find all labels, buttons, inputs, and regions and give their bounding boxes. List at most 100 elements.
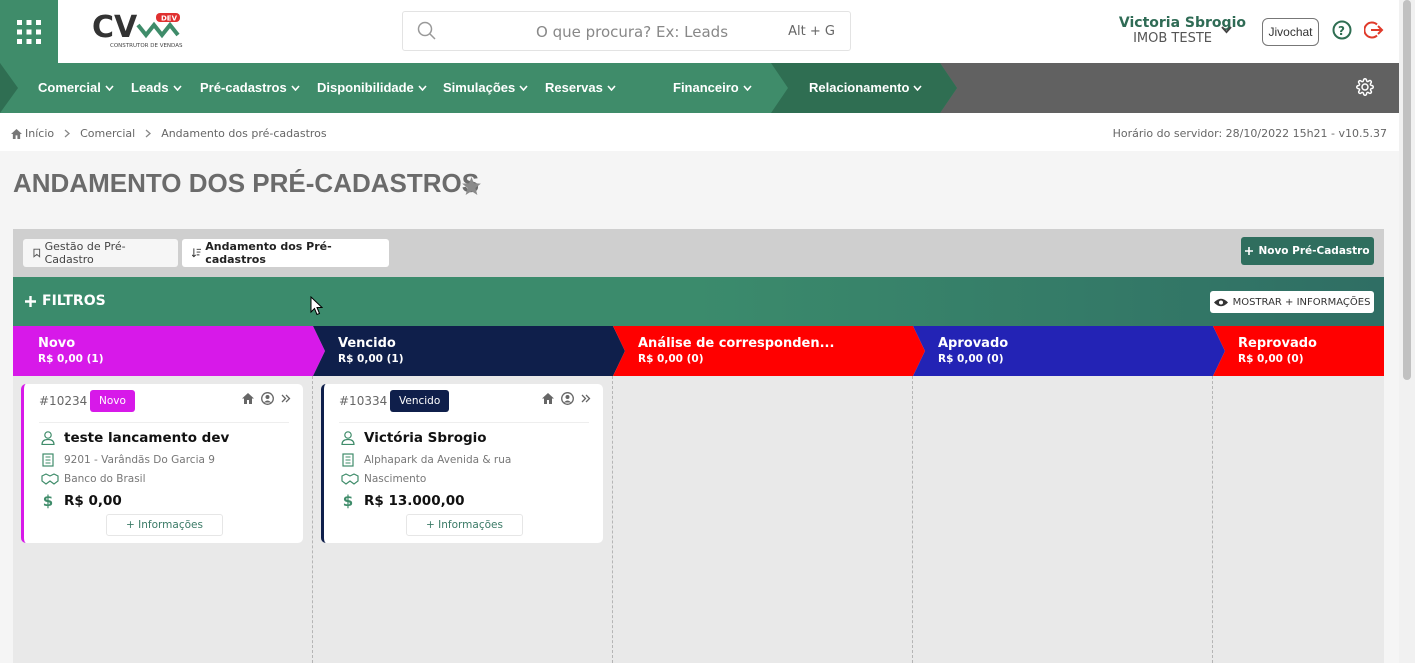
nav-disponibilidade[interactable]: Disponibilidade [317, 80, 427, 95]
gear-icon[interactable] [1356, 78, 1374, 96]
main-nav: Comercial Leads Pré-cadastros Disponibil… [0, 63, 1399, 113]
breadcrumb-current: Andamento dos pré-cadastros [161, 127, 327, 140]
column-header-novo: Novo R$ 0,00 (1) [13, 326, 325, 376]
search-placeholder: O que procura? Ex: Leads [536, 23, 729, 41]
nav-simulacoes[interactable]: Simulações [443, 80, 528, 95]
chevron-down-icon[interactable] [1221, 26, 1232, 34]
search-icon [417, 21, 436, 40]
page-title: ANDAMENTO DOS PRÉ-CADASTROS [13, 168, 480, 198]
card-id: #10334 [339, 394, 388, 408]
plus-icon [25, 295, 36, 307]
handshake-icon [341, 473, 359, 485]
chevron-down-icon [607, 85, 616, 91]
chevron-down-icon [519, 85, 528, 91]
grid-icon [17, 19, 41, 44]
property-name: 9201 - Varândãs Do Garcia 9 [64, 454, 215, 466]
tab-gestao[interactable]: Gestão de Pré-Cadastro [23, 239, 178, 267]
column-divider [912, 376, 913, 663]
bookmark-icon [33, 248, 41, 258]
user-icon [41, 431, 55, 445]
chevron-right-icon [64, 129, 71, 138]
nav-comercial[interactable]: Comercial [38, 80, 114, 95]
bank-name: Nascimento [364, 473, 427, 485]
show-more-info-button[interactable]: MOSTRAR + INFORMAÇÕES [1210, 291, 1374, 313]
building-icon [342, 453, 354, 467]
apps-menu-button[interactable] [0, 0, 58, 63]
logo[interactable]: CV DEV CONSTRUTOR DE VENDAS [88, 9, 188, 51]
home-icon[interactable] [542, 393, 554, 404]
double-chevron-right-icon[interactable] [281, 394, 291, 403]
pre-cadastro-card[interactable]: #10234 Novo teste lancamento dev 9201 - … [21, 384, 303, 543]
nav-reservas[interactable]: Reservas [545, 80, 616, 95]
more-info-button[interactable]: + Informações [406, 514, 523, 536]
breadcrumb-comercial[interactable]: Comercial [80, 127, 135, 140]
jivochat-button[interactable]: Jivochat [1262, 18, 1319, 46]
client-name: teste lancamento dev [64, 430, 230, 446]
property-name: Alphapark da Avenida & rua [364, 454, 512, 466]
double-chevron-right-icon[interactable] [581, 394, 591, 403]
client-name: Victória Sbrogio [364, 430, 487, 446]
more-info-button[interactable]: + Informações [106, 514, 223, 536]
nav-pre-cadastros[interactable]: Pré-cadastros [200, 80, 300, 95]
user-company: IMOB TESTE [1133, 31, 1212, 46]
mouse-cursor-icon [310, 296, 323, 316]
column-divider [1212, 376, 1213, 663]
search-bar[interactable]: O que procura? Ex: Leads Alt + G [402, 11, 851, 51]
chevron-down-icon [418, 85, 427, 91]
card-value: R$ 0,00 [64, 493, 122, 509]
breadcrumb-inicio[interactable]: Início [25, 127, 54, 140]
plus-icon [1245, 247, 1254, 255]
scrollbar-thumb[interactable] [1403, 0, 1411, 380]
chevron-down-icon [743, 85, 752, 91]
sort-icon [192, 248, 202, 258]
card-id: #10234 [39, 394, 88, 408]
user-icon [341, 431, 355, 445]
chevron-down-icon [172, 85, 182, 91]
star-icon[interactable] [462, 177, 481, 195]
chevron-right-icon [145, 129, 152, 138]
tab-andamento[interactable]: Andamento dos Pré-cadastros [182, 239, 389, 267]
nav-financeiro[interactable]: Financeiro [673, 80, 752, 95]
column-header-reprovado: Reprovado R$ 0,00 (0) [1213, 326, 1384, 376]
user-circle-icon[interactable] [261, 392, 274, 405]
card-value: R$ 13.000,00 [364, 493, 465, 509]
svg-text:CONSTRUTOR DE VENDAS: CONSTRUTOR DE VENDAS [110, 43, 183, 49]
chevron-down-icon [913, 85, 923, 91]
nav-leads[interactable]: Leads [131, 80, 182, 95]
status-badge: Vencido [390, 390, 450, 412]
help-icon[interactable]: ? [1332, 20, 1352, 40]
column-divider [312, 376, 313, 663]
breadcrumb: Início Comercial Andamento dos pré-cadas… [0, 113, 1399, 151]
chevron-down-icon [105, 85, 114, 91]
search-shortcut: Alt + G [788, 24, 835, 39]
column-header-analise: Análise de corresponden... R$ 0,00 (0) [613, 326, 925, 376]
nav-relacionamento[interactable]: Relacionamento [809, 80, 923, 95]
eye-icon [1213, 298, 1228, 306]
dollar-icon: $ [42, 492, 54, 510]
svg-text:?: ? [1338, 24, 1345, 38]
filters-bar[interactable]: FILTROS MOSTRAR + INFORMAÇÕES [13, 277, 1384, 326]
server-info: Horário do servidor: 28/10/2022 15h21 - … [1112, 127, 1387, 140]
building-icon [42, 453, 54, 467]
svg-text:CV: CV [92, 10, 138, 45]
pre-cadastro-card[interactable]: #10334 Vencido Victória Sbrogio Alphapar… [321, 384, 603, 543]
column-header-aprovado: Aprovado R$ 0,00 (0) [913, 326, 1225, 376]
svg-text:DEV: DEV [161, 15, 178, 23]
kanban-panel: Gestão de Pré-Cadastro Andamento dos Pré… [13, 229, 1384, 663]
home-icon [11, 128, 22, 139]
column-header-vencido: Vencido R$ 0,00 (1) [313, 326, 625, 376]
bank-name: Banco do Brasil [64, 473, 146, 485]
tab-bar: Gestão de Pré-Cadastro Andamento dos Pré… [13, 229, 1384, 277]
filters-toggle[interactable]: FILTROS [25, 293, 106, 309]
handshake-icon [41, 473, 59, 485]
page-scrollbar[interactable] [1399, 0, 1415, 663]
top-header: CV DEV CONSTRUTOR DE VENDAS O que procur… [0, 0, 1415, 63]
status-badge: Novo [90, 390, 135, 412]
new-pre-cadastro-button[interactable]: Novo Pré-Cadastro [1241, 237, 1374, 265]
column-divider [612, 376, 613, 663]
chevron-down-icon [291, 85, 300, 91]
user-circle-icon[interactable] [561, 392, 574, 405]
dollar-icon: $ [342, 492, 354, 510]
home-icon[interactable] [242, 393, 254, 404]
logout-icon[interactable] [1364, 20, 1384, 40]
